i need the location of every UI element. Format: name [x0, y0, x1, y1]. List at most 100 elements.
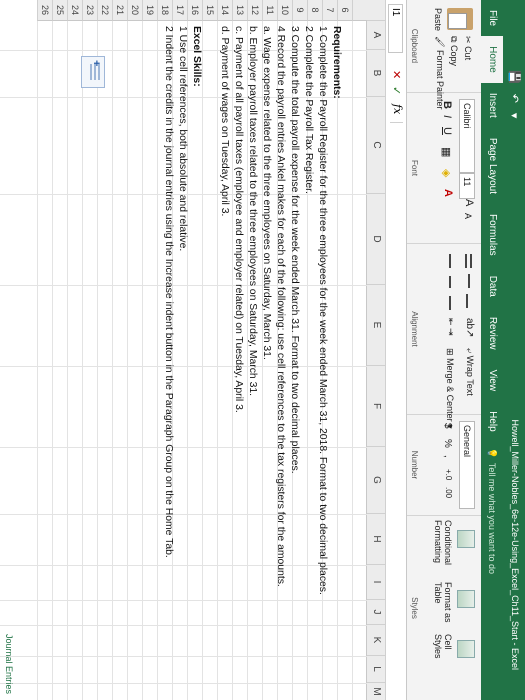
tab-formulas[interactable]: Formulas: [481, 204, 503, 266]
column-header-c[interactable]: C: [367, 97, 385, 194]
row-header[interactable]: 12: [247, 0, 262, 21]
format-table-button[interactable]: Format as Table: [433, 582, 453, 626]
paste-icon[interactable]: [447, 8, 473, 30]
align-left-icon[interactable]: [449, 254, 451, 268]
percent-button[interactable]: %: [442, 439, 453, 448]
enter-entry-icon[interactable]: ✓: [390, 86, 403, 95]
tab-insert[interactable]: Insert: [481, 83, 503, 128]
row-header[interactable]: 7: [322, 0, 337, 21]
row-header[interactable]: 19: [142, 0, 157, 21]
tab-review[interactable]: Review: [481, 307, 503, 360]
row-header[interactable]: 10: [277, 0, 292, 21]
requirement-item: 4 Record the payroll entries Ankel makes…: [275, 26, 286, 587]
tab-data[interactable]: Data: [481, 266, 503, 307]
column-header-m[interactable]: M: [367, 683, 385, 700]
select-all-corner[interactable]: [367, 0, 385, 21]
row-header[interactable]: 26: [37, 0, 52, 21]
align-bottom-icon[interactable]: [466, 294, 468, 308]
skill-item: 1 Use cell references, both absolute and…: [177, 26, 188, 252]
font-color-icon[interactable]: A: [442, 189, 454, 197]
row-header[interactable]: 21: [112, 0, 127, 21]
column-header-f[interactable]: F: [367, 366, 385, 447]
column-header-k[interactable]: K: [367, 625, 385, 656]
row-header[interactable]: [352, 0, 367, 21]
row-header[interactable]: 20: [127, 0, 142, 21]
row-header[interactable]: 23: [82, 0, 97, 21]
paste-button[interactable]: Paste: [433, 8, 443, 31]
requirement-item: 3 Compute the total payroll expense for …: [289, 26, 300, 474]
align-top-icon[interactable]: [470, 254, 472, 268]
tab-view[interactable]: View: [481, 360, 503, 402]
row-header[interactable]: 9: [292, 0, 307, 21]
title-bar: 💾 ↶ ▾ Howell_Miller-Nobles_6e-12e-Using_…: [503, 0, 525, 700]
row-header[interactable]: 25: [52, 0, 67, 21]
decrease-decimal-icon[interactable]: .00: [444, 487, 453, 498]
tab-help[interactable]: Help: [481, 401, 503, 442]
column-header-j[interactable]: J: [367, 600, 385, 625]
skills-heading: Excel Skills:: [191, 26, 202, 87]
cancel-entry-icon[interactable]: ✕: [390, 70, 403, 79]
save-icon[interactable]: 💾: [508, 70, 521, 84]
column-header-g[interactable]: G: [367, 447, 385, 514]
format-table-icon[interactable]: [457, 590, 475, 608]
align-center-icon[interactable]: [449, 276, 451, 288]
row-header[interactable]: 16: [187, 0, 202, 21]
italic-button[interactable]: I: [441, 115, 453, 118]
tell-me-box[interactable]: 💡 Tell me what you want to do: [487, 448, 498, 574]
insert-function-icon[interactable]: fx: [391, 104, 404, 114]
row-header[interactable]: 15: [202, 0, 217, 21]
name-box[interactable]: I1: [388, 4, 403, 53]
row-header[interactable]: 17: [172, 0, 187, 21]
row-header[interactable]: 11: [262, 0, 277, 21]
row-header[interactable]: 8: [307, 0, 322, 21]
align-middle-icon[interactable]: [468, 274, 470, 288]
tab-file[interactable]: File: [481, 0, 503, 36]
qat-dropdown-icon[interactable]: ▾: [508, 113, 521, 119]
grow-font-button[interactable]: A: [463, 199, 475, 206]
column-header-b[interactable]: B: [367, 50, 385, 97]
wrap-text-button[interactable]: ⤶ Wrap Text: [464, 348, 475, 396]
comma-button[interactable]: ,: [442, 455, 453, 458]
cut-button[interactable]: ✂ Cut: [462, 36, 473, 60]
font-name-select[interactable]: Calibri: [459, 99, 475, 173]
conditional-formatting-icon[interactable]: [457, 530, 475, 548]
column-header-d[interactable]: D: [367, 194, 385, 285]
font-size-select[interactable]: 11: [459, 173, 475, 199]
increase-decimal-icon[interactable]: +.0: [444, 469, 453, 480]
formula-input[interactable]: [390, 122, 403, 696]
copy-icon: ⧉: [449, 36, 459, 43]
shrink-font-button[interactable]: A: [463, 213, 473, 219]
column-header-h[interactable]: H: [367, 514, 385, 565]
row-header[interactable]: 22: [97, 0, 112, 21]
bold-button[interactable]: B: [441, 101, 453, 109]
indent-icon[interactable]: ⇤ ⇥: [445, 318, 456, 336]
row-header[interactable]: 18: [157, 0, 172, 21]
column-header-e[interactable]: E: [367, 285, 385, 366]
column-header-a[interactable]: A: [367, 21, 385, 50]
column-header-i[interactable]: I: [367, 565, 385, 600]
orientation-icon[interactable]: ab↗: [464, 318, 475, 338]
undo-icon[interactable]: ↶: [508, 94, 521, 103]
row-header[interactable]: 13: [232, 0, 247, 21]
tab-page-layout[interactable]: Page Layout: [481, 128, 503, 204]
row-header[interactable]: 14: [217, 0, 232, 21]
requirement-item: 1 Complete the Payroll Register for the …: [317, 26, 328, 595]
copy-button[interactable]: ⧉ Copy: [448, 36, 459, 66]
underline-button[interactable]: U: [441, 127, 453, 135]
cell-styles-icon[interactable]: [457, 640, 475, 658]
borders-icon[interactable]: ▦: [440, 147, 453, 157]
row-header[interactable]: 6: [337, 0, 352, 21]
conditional-formatting-button[interactable]: Conditional Formatting: [433, 520, 453, 580]
currency-button[interactable]: $: [442, 423, 453, 429]
ribbon-tabs: File Home Insert Page Layout Formulas Da…: [481, 0, 503, 700]
row-gridline: [37, 20, 38, 700]
cell-styles-button[interactable]: Cell Styles: [433, 634, 453, 674]
worksheet-grid[interactable]: 26 25 24 23 22 21 20 19 18 17 16 15 14 13 12 11 10 9 8 7 6 R…: [0, 0, 367, 700]
row-header[interactable]: 24: [67, 0, 82, 21]
tab-home[interactable]: Home: [481, 36, 503, 83]
column-header-l[interactable]: L: [367, 656, 385, 683]
align-right-icon[interactable]: [449, 296, 451, 310]
journal-entries-partial-text: Journal Entries: [4, 633, 14, 694]
number-format-select[interactable]: General: [459, 421, 475, 509]
fill-color-icon[interactable]: ◈: [440, 169, 453, 177]
